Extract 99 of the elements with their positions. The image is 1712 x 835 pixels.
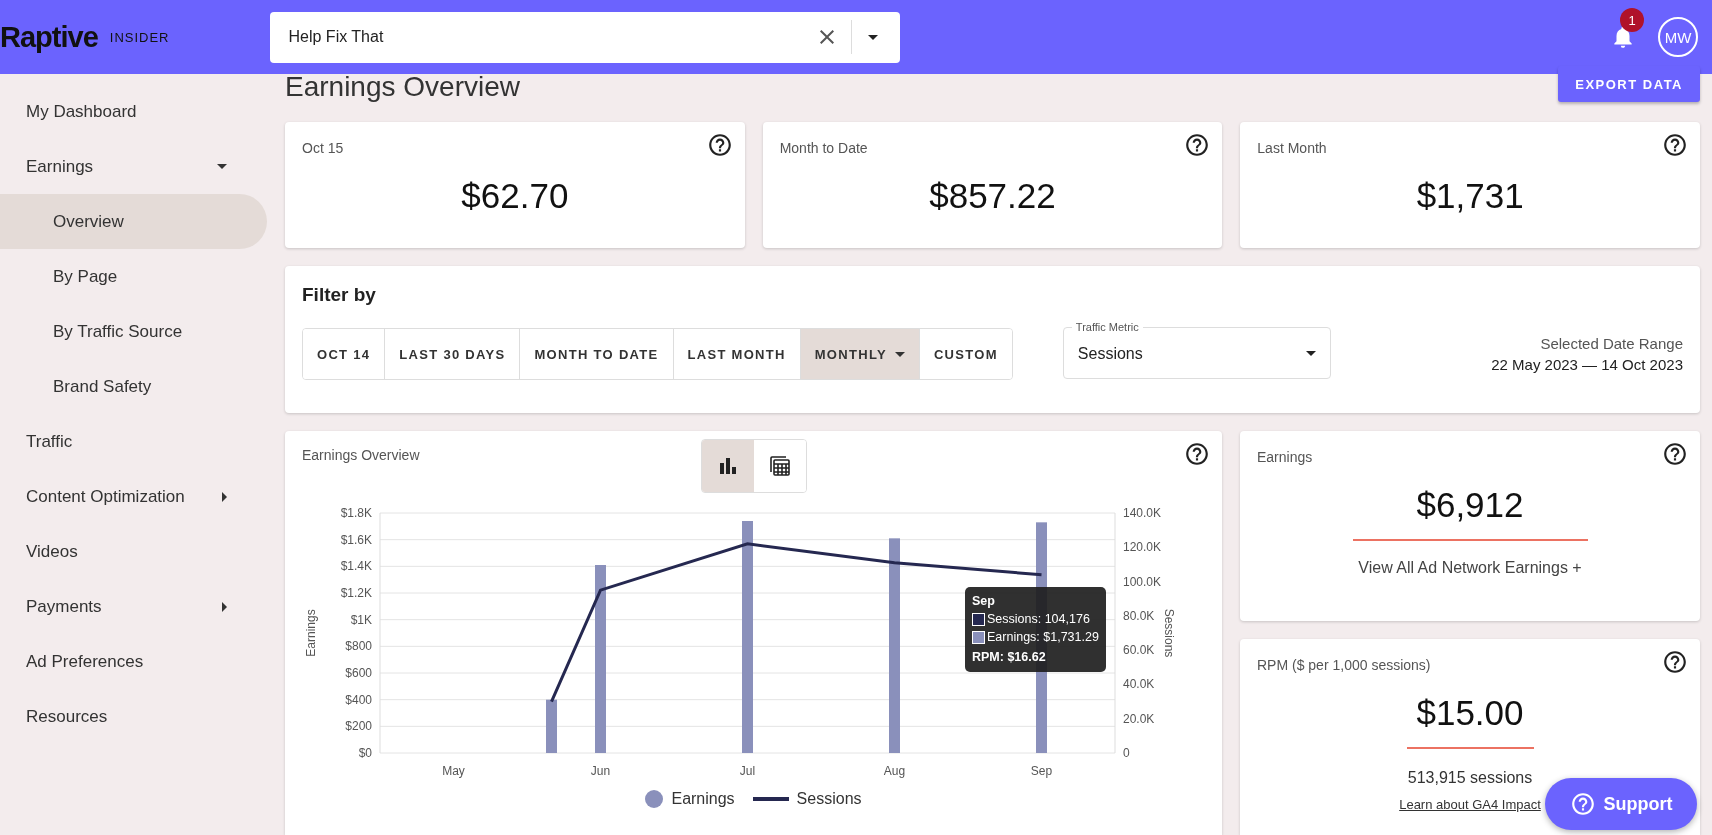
sidebar-item-label: Overview xyxy=(53,211,124,232)
table-icon xyxy=(768,455,791,477)
caret-down-icon xyxy=(867,34,878,40)
date-range-label: Selected Date Range xyxy=(1540,335,1683,352)
caret-down-icon xyxy=(1305,351,1316,356)
sidebar-item[interactable]: Ad Preferences xyxy=(0,634,267,689)
export-data-button[interactable]: EXPORT DATA xyxy=(1558,66,1700,102)
stat-value: $1,731 xyxy=(1416,176,1524,216)
sidebar-item-label: By Traffic Source xyxy=(53,321,183,342)
axis-tick-label: Jul xyxy=(739,764,756,778)
page-title: Earnings Overview xyxy=(285,72,520,102)
stat-label: Month to Date xyxy=(779,140,868,156)
help-icon[interactable] xyxy=(1662,132,1688,158)
axis-tick-label: $1.4K xyxy=(340,559,372,574)
axis-tick-label: 100.0K xyxy=(1123,574,1162,589)
select-value: Sessions xyxy=(1077,344,1143,363)
sessions-count: 513,915 sessions xyxy=(1407,769,1533,787)
sidebar-item-label: Brand Safety xyxy=(53,376,152,397)
sidebar-item-label: Payments xyxy=(26,596,102,617)
axis-tick-label: $600 xyxy=(345,666,372,680)
card-title: RPM ($ per 1,000 sessions) xyxy=(1257,657,1431,673)
support-button[interactable]: Support xyxy=(1545,778,1697,830)
axis-tick-label: $800 xyxy=(345,639,372,654)
ga4-impact-link[interactable]: Learn about GA4 Impact xyxy=(1399,797,1541,812)
tooltip-title: Sep xyxy=(972,594,996,608)
axis-tick-label: $1.2K xyxy=(340,586,372,600)
date-filter-tab[interactable]: OCT 14 xyxy=(303,329,386,379)
sidebar-item[interactable]: By Page xyxy=(0,249,267,304)
axis-tick-label: 40.0K xyxy=(1123,677,1155,692)
stat-value: $857.22 xyxy=(929,176,1056,216)
site-select-field[interactable]: Help Fix That xyxy=(269,11,900,63)
earnings-value: $6,912 xyxy=(1416,485,1524,525)
sidebar-item[interactable]: Traffic xyxy=(0,414,267,469)
site-select-input[interactable]: Help Fix That xyxy=(286,27,815,47)
sidebar-item-label: Videos xyxy=(26,541,78,562)
axis-tick-label: 80.0K xyxy=(1123,608,1155,623)
card-title: Earnings xyxy=(1257,449,1313,465)
axis-title: Earnings xyxy=(304,609,318,657)
stat-label: Oct 15 xyxy=(302,140,344,156)
help-icon xyxy=(1569,791,1596,817)
legend-label: Earnings xyxy=(671,790,735,808)
axis-tick-label: 140.0K xyxy=(1123,506,1162,520)
view-earnings-link[interactable]: View All Ad Network Earnings + xyxy=(1358,559,1582,577)
sidebar-item[interactable]: Content Optimization xyxy=(0,469,267,524)
axis-tick-label: 60.0K xyxy=(1123,643,1155,658)
stat-label: Last Month xyxy=(1257,140,1327,156)
sidebar-item-label: By Page xyxy=(53,266,118,287)
axis-tick-label: $400 xyxy=(345,692,372,707)
filter-title: Filter by xyxy=(302,284,377,306)
chart-view-button[interactable] xyxy=(701,440,754,492)
sidebar-item[interactable]: Resources xyxy=(0,689,267,744)
tooltip-text: Earnings: $1,731.29 xyxy=(987,630,1099,644)
axis-title: Sessions xyxy=(1162,608,1176,658)
axis-tick-label: Jun xyxy=(590,764,611,778)
sidebar-item[interactable]: By Traffic Source xyxy=(0,304,267,359)
help-icon[interactable] xyxy=(1184,132,1211,158)
help-icon[interactable] xyxy=(1184,441,1210,467)
axis-tick-label: $1K xyxy=(350,612,372,627)
sidebar-item[interactable]: Brand Safety xyxy=(0,359,267,414)
select-label: Traffic Metric xyxy=(1074,321,1140,333)
date-filter-tab[interactable]: MONTHLY xyxy=(800,329,920,379)
help-icon[interactable] xyxy=(1662,649,1688,675)
legend-label: Sessions xyxy=(796,790,862,808)
axis-tick-label: $1.6K xyxy=(340,532,372,547)
rpm-value: $15.00 xyxy=(1416,693,1524,733)
sidebar-item[interactable]: Overview xyxy=(0,194,267,249)
help-icon[interactable] xyxy=(1662,441,1688,467)
axis-tick-label: Sep xyxy=(1030,764,1053,778)
legend-dot-icon xyxy=(645,790,664,808)
axis-tick-label: 20.0K xyxy=(1123,711,1155,726)
tooltip-text: Sessions: 104,176 xyxy=(987,612,1090,626)
sidebar-item-label: Content Optimization xyxy=(26,486,185,507)
chart-title: Earnings Overview xyxy=(302,447,420,463)
sidebar-item-label: Earnings xyxy=(26,156,94,177)
user-avatar[interactable]: MW xyxy=(1658,17,1698,57)
notification-count: 1 xyxy=(1620,8,1644,32)
axis-tick-label: Aug xyxy=(883,764,906,778)
help-icon[interactable] xyxy=(706,132,733,158)
logo: Raptive xyxy=(0,20,98,54)
bar xyxy=(546,699,557,753)
sidebar-item-label: Traffic xyxy=(26,431,73,452)
date-range-value: 22 May 2023 — 14 Oct 2023 xyxy=(1491,356,1683,373)
axis-tick-label: 0 xyxy=(1123,746,1130,760)
axis-tick-label: $200 xyxy=(345,719,372,734)
traffic-metric-select[interactable]: Traffic Metric Sessions xyxy=(1062,321,1331,379)
axis-tick-label: 120.0K xyxy=(1123,540,1162,555)
sidebar-item[interactable]: Videos xyxy=(0,524,267,579)
logo-suffix: INSIDER xyxy=(109,29,170,45)
axis-tick-label: May xyxy=(442,764,465,778)
sidebar-item[interactable]: My Dashboard xyxy=(0,84,267,139)
sidebar-item[interactable]: Payments xyxy=(0,579,267,634)
sidebar-item-label: My Dashboard xyxy=(26,101,137,122)
sidebar-item[interactable]: Earnings xyxy=(0,139,267,194)
sidebar-item-label: Ad Preferences xyxy=(26,651,144,672)
axis-tick-label: $0 xyxy=(358,746,372,760)
sidebar-item-label: Resources xyxy=(26,706,108,727)
axis-tick-label: $1.8K xyxy=(340,506,372,520)
stat-value: $62.70 xyxy=(461,176,569,216)
tooltip-footer: RPM: $16.62 xyxy=(972,650,1099,664)
